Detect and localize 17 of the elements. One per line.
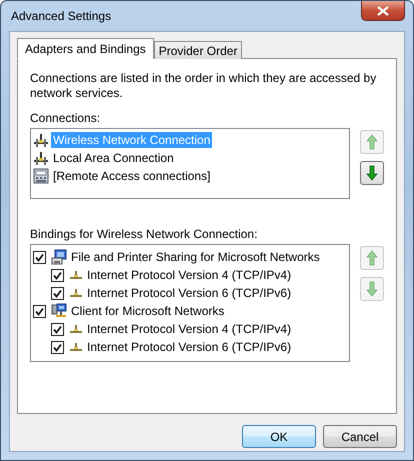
description-text: Connections are listed in the order in which they are accessed by network services. [30, 71, 378, 101]
dialog-button[interactable]: Cancel [323, 425, 397, 448]
tree-item[interactable]: File and Printer Sharing for Microsoft Networks [69, 249, 322, 265]
list-item[interactable]: Local Area Connection [51, 150, 176, 166]
tree-item[interactable]: Internet Protocol Version 4 (TCP/IPv4) [85, 267, 294, 283]
tab[interactable]: Provider Order [154, 41, 242, 59]
tab[interactable]: Adapters and Bindings [17, 38, 154, 59]
tree-item[interactable]: Internet Protocol Version 4 (TCP/IPv4) [85, 321, 294, 337]
connections-label: Connections: [30, 111, 100, 125]
tree-item[interactable]: Internet Protocol Version 6 (TCP/IPv6) [85, 339, 294, 355]
list-item[interactable]: [Remote Access connections] [51, 168, 212, 184]
tree-item[interactable]: Internet Protocol Version 6 (TCP/IPv6) [85, 285, 294, 301]
dialog-button[interactable]: OK [242, 425, 316, 448]
bindings-label: Bindings for Wireless Network Connection: [30, 227, 258, 241]
connections-list[interactable]: Wireless Network Connection Local Area Connection [Remote Access connections] [30, 128, 350, 199]
window-title: Advanced Settings [11, 9, 112, 23]
tree-item[interactable]: Client for Microsoft Networks [69, 303, 226, 319]
